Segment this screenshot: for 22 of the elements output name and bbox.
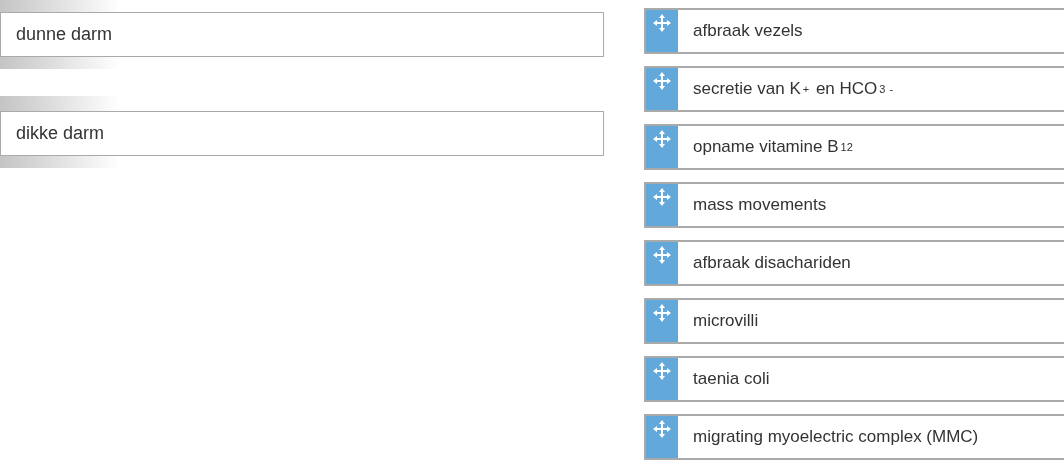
move-icon [651,186,673,208]
move-icon [651,244,673,266]
item-label: microvilli [692,310,759,332]
move-icon [651,418,673,440]
draggable-item[interactable]: migrating myoelectric complex (MMC) [644,414,1064,460]
move-icon [651,302,673,324]
item-label: migrating myoelectric complex (MMC) [692,426,979,448]
draggable-item[interactable]: microvilli [644,298,1064,344]
item-label: afbraak vezels [692,20,803,42]
move-icon [651,360,673,382]
draggable-item[interactable]: taenia coli [644,356,1064,402]
move-icon [651,12,673,34]
draggable-item[interactable]: afbraak vezels [644,8,1064,54]
draggable-item[interactable]: mass movements [644,182,1064,228]
draggable-item[interactable]: afbraak disachariden [644,240,1064,286]
move-icon [651,128,673,150]
move-icon [651,70,673,92]
drop-target[interactable]: dikke darm [0,111,604,156]
item-label: taenia coli [692,368,770,390]
drop-target[interactable]: dunne darm [0,12,604,57]
item-label: afbraak disachariden [692,252,851,274]
item-label: mass movements [692,194,827,216]
